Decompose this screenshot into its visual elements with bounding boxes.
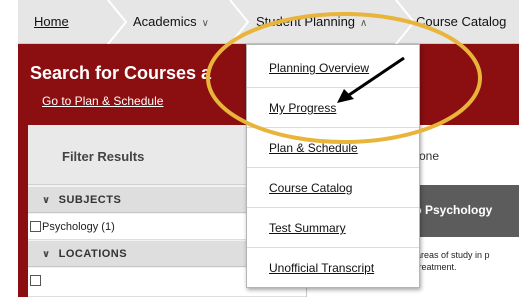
menu-item-course-catalog[interactable]: Course Catalog: [269, 181, 352, 195]
top-navigation: Home Academics ∨ Student Planning ∧ Course…: [18, 0, 519, 44]
nav-student-planning-label: Student Planning: [256, 14, 356, 29]
nav-separator-icon: [394, 0, 416, 44]
locations-heading: LOCATIONS: [58, 248, 128, 260]
menu-item-unofficial-transcript[interactable]: Unofficial Transcript: [269, 261, 374, 275]
menu-divider: [247, 167, 419, 168]
app-frame: Home Academics ∨ Student Planning ∧ Course…: [18, 0, 519, 297]
menu-item-plan-schedule[interactable]: Plan & Schedule: [269, 141, 358, 155]
nav-academics-label: Academics: [133, 14, 197, 29]
subjects-heading: SUBJECTS: [58, 194, 122, 206]
checkbox[interactable]: [30, 221, 41, 232]
menu-divider: [247, 127, 419, 128]
menu-divider: [247, 87, 419, 88]
nav-separator-icon: [228, 0, 250, 44]
nav-academics[interactable]: Academics ∨: [133, 0, 209, 44]
nav-home-link[interactable]: Home: [34, 0, 69, 44]
nav-separator-icon: [106, 0, 128, 44]
menu-divider: [247, 207, 419, 208]
nav-course-catalog[interactable]: Course Catalog: [416, 0, 506, 44]
menu-item-my-progress[interactable]: My Progress: [269, 101, 336, 115]
chevron-down-icon: ∨: [201, 18, 209, 29]
checkbox[interactable]: [30, 275, 41, 286]
menu-divider: [247, 247, 419, 248]
menu-item-test-summary[interactable]: Test Summary: [269, 221, 346, 235]
filter-title: Filter Results: [62, 149, 145, 164]
nav-student-planning[interactable]: Student Planning ∧: [256, 0, 367, 44]
go-to-plan-schedule-link[interactable]: Go to Plan & Schedule: [42, 94, 163, 108]
page-title-text: Search for Courses a: [30, 63, 212, 83]
student-planning-dropdown: Planning Overview My Progress Plan & Sch…: [246, 44, 420, 288]
menu-item-planning-overview[interactable]: Planning Overview: [269, 61, 369, 75]
chevron-up-icon: ∧: [360, 18, 368, 29]
chevron-down-icon: ∨: [42, 195, 51, 206]
subject-filter-label: Psychology (1): [42, 221, 115, 233]
page-title: Search for Courses a: [30, 63, 211, 84]
chevron-down-icon: ∨: [42, 249, 51, 260]
